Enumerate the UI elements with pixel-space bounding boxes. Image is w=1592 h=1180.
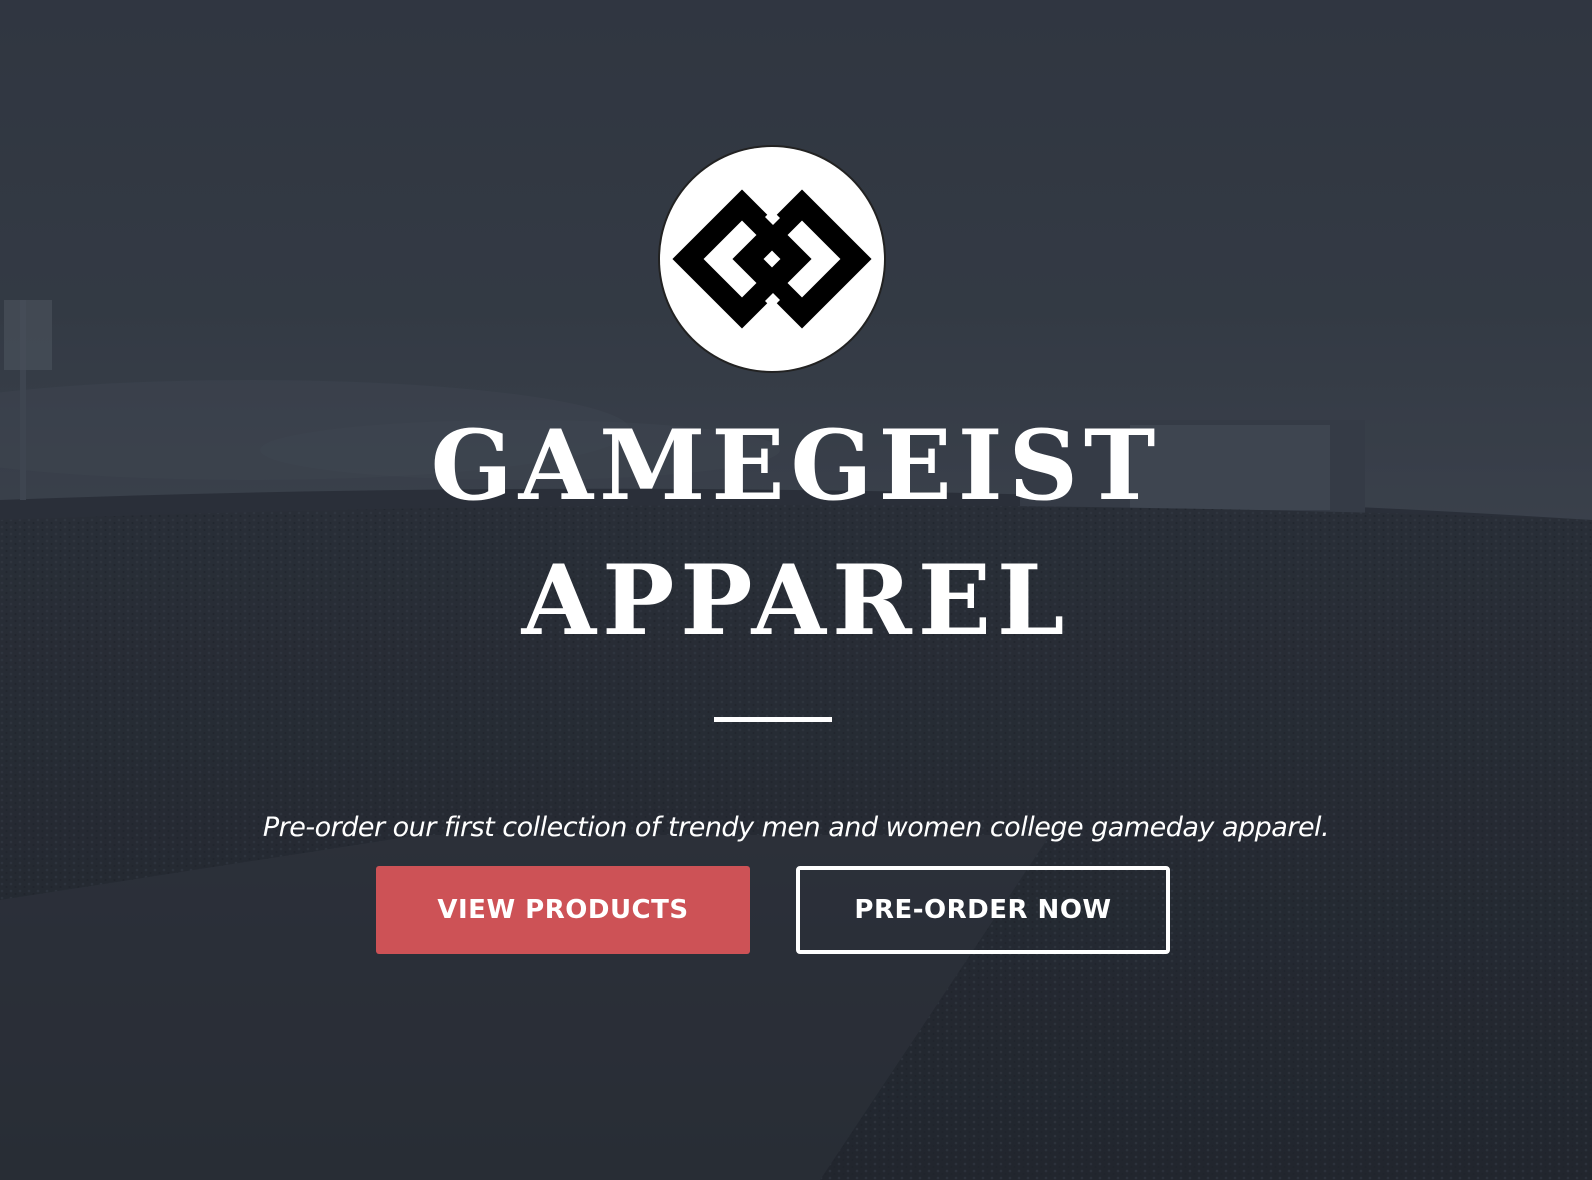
title-divider: [714, 717, 832, 722]
brand-logo[interactable]: [660, 147, 884, 371]
view-products-button[interactable]: VIEW PRODUCTS: [376, 866, 750, 954]
brand-title-line2: APPAREL: [521, 544, 1071, 657]
pre-order-now-button[interactable]: PRE-ORDER NOW: [796, 866, 1170, 954]
hero-tagline: Pre-order our first collection of trendy…: [262, 812, 1330, 843]
hero-section: GAMEGEIST APPAREL Pre-order our first co…: [0, 0, 1592, 1180]
brand-title-line1: GAMEGEIST: [430, 409, 1162, 522]
interlocked-diamonds-logo-icon: [672, 189, 872, 329]
